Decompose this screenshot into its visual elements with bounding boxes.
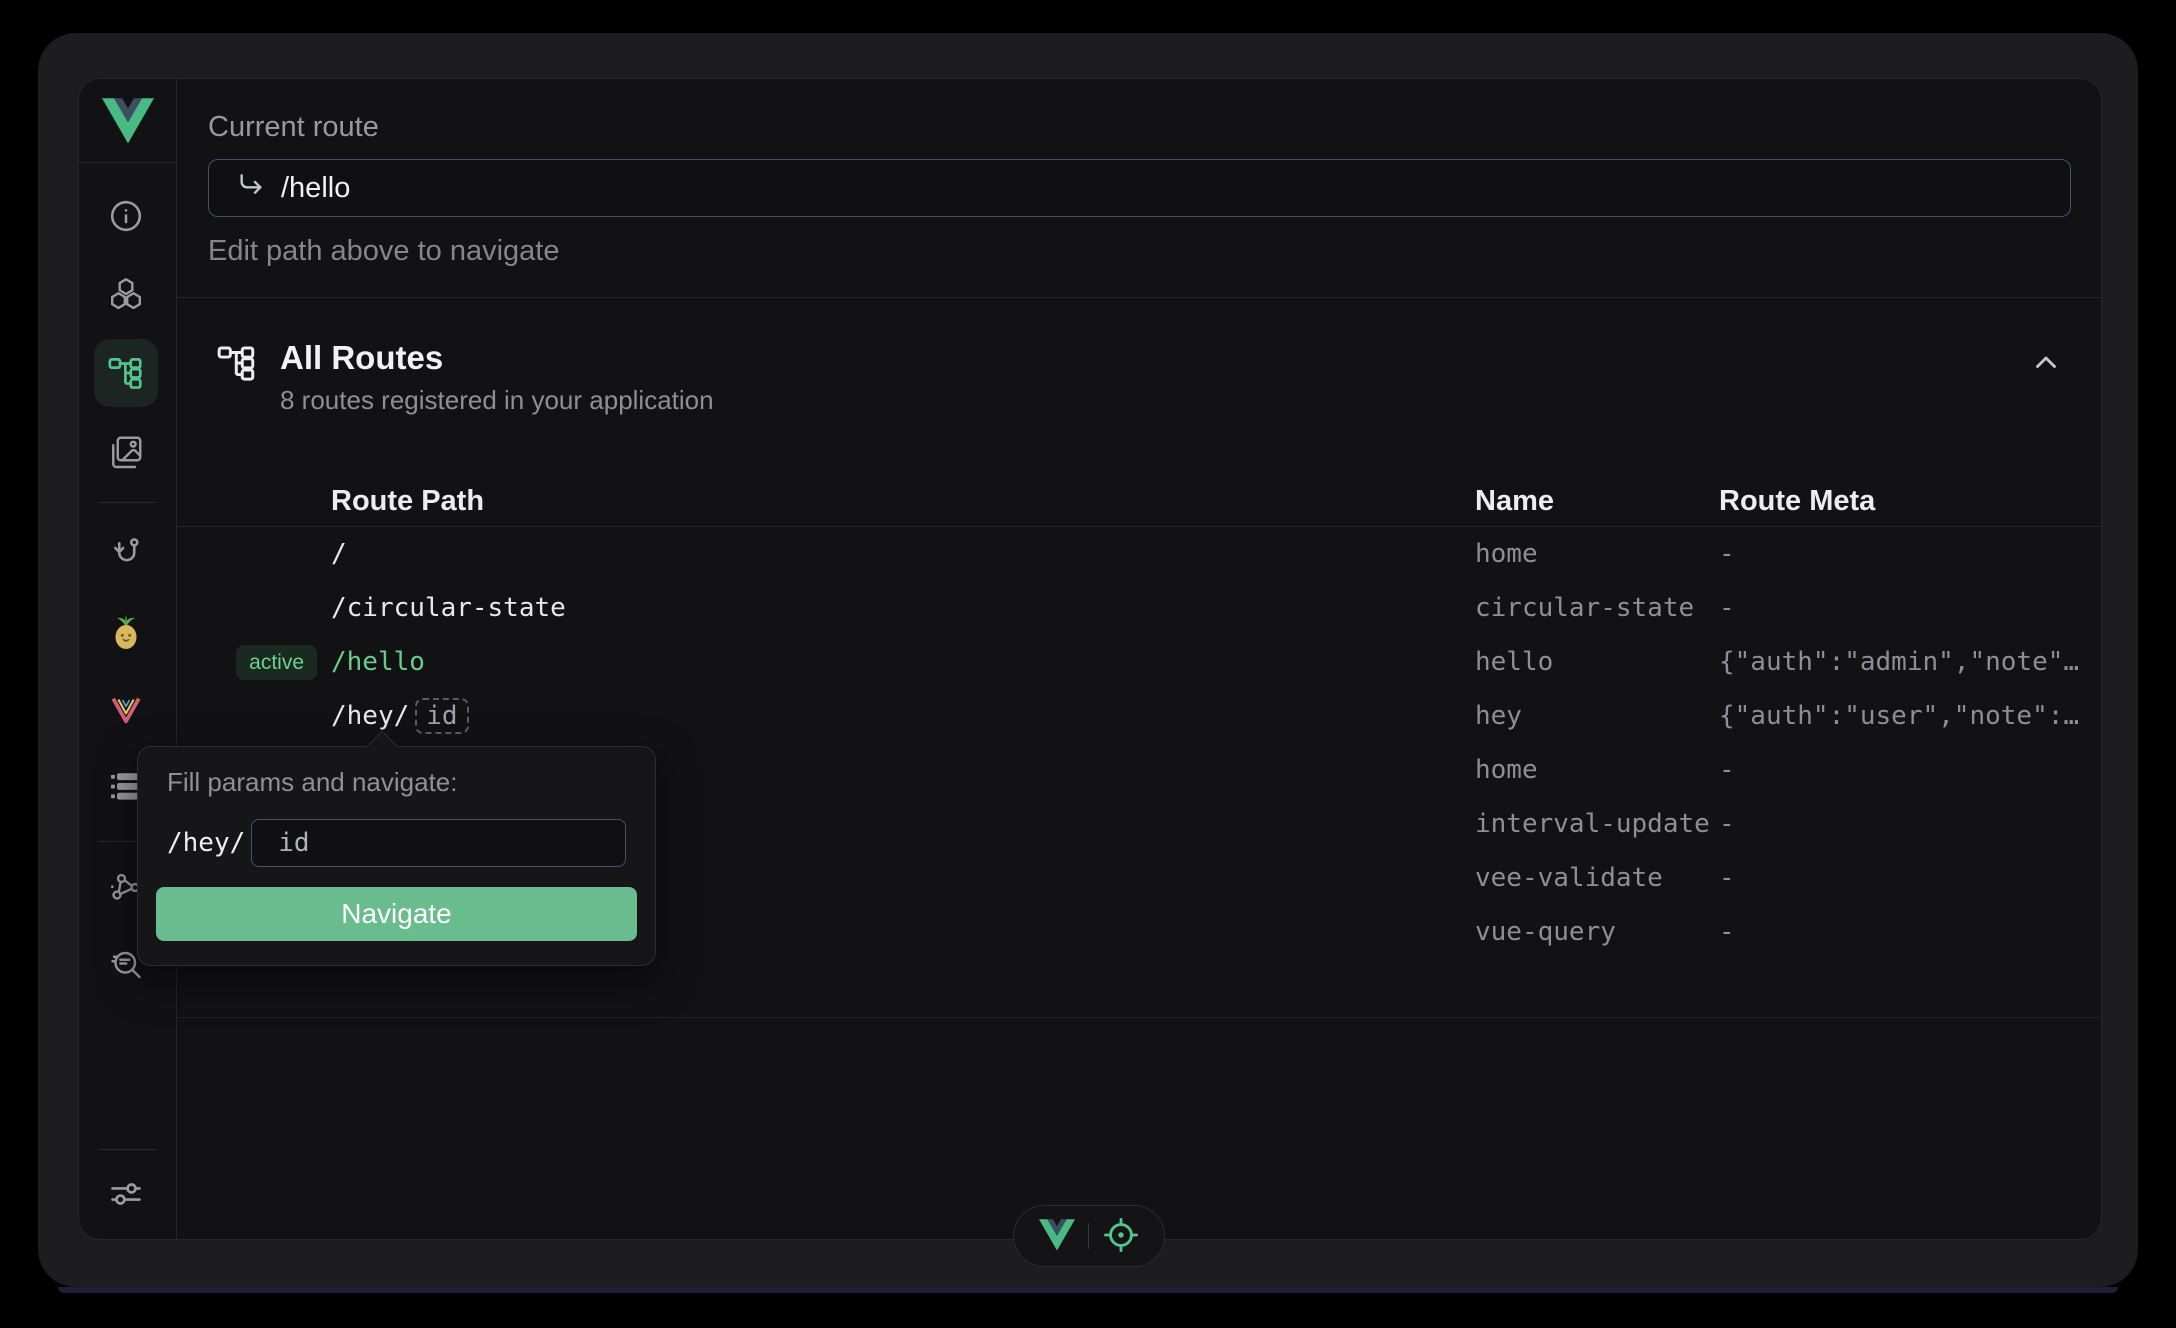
- all-routes-title: All Routes: [280, 338, 714, 378]
- vue-logo-icon: [102, 98, 154, 144]
- current-route-input[interactable]: /hello: [208, 159, 2071, 217]
- inspect-target-icon: [1102, 1216, 1140, 1257]
- sidebar-divider: [98, 1149, 156, 1150]
- param-input-value: id: [278, 828, 309, 858]
- sidebar-item-settings[interactable]: [107, 1175, 145, 1213]
- router-icon: [107, 354, 145, 392]
- vue-devtools-logo[interactable]: [79, 79, 177, 163]
- sidebar-item-router[interactable]: [107, 354, 145, 392]
- popup-path-prefix: /hey/: [167, 828, 245, 858]
- col-name: Name: [1475, 485, 1719, 518]
- param-input[interactable]: id: [251, 819, 626, 867]
- route-path-prefix: /hey/: [331, 701, 409, 731]
- toggle-devtools-button[interactable]: [1039, 1219, 1075, 1254]
- table-bottom-divider: [177, 1017, 2103, 1018]
- route-hint: Edit path above to navigate: [208, 233, 2071, 269]
- vee-validate-icon: [109, 693, 143, 727]
- route-param-chip[interactable]: id: [415, 698, 468, 734]
- timeline-icon: [108, 534, 144, 570]
- devtools-floating-toolbar: [1013, 1205, 1165, 1267]
- devtools-panel: Current route /hello Edit path above to …: [78, 78, 2102, 1240]
- components-icon: [108, 276, 144, 312]
- router-panel: Current route /hello Edit path above to …: [177, 79, 2103, 1239]
- route-row[interactable]: / home -: [177, 527, 2103, 581]
- col-route-path: Route Path: [331, 485, 1475, 518]
- corner-down-right-icon: [235, 170, 267, 207]
- routes-tree-icon: [216, 342, 258, 389]
- assets-icon: [108, 434, 144, 470]
- fill-params-popup: Fill params and navigate: /hey/ id Navig…: [137, 746, 656, 966]
- all-routes-subtitle: 8 routes registered in your application: [280, 385, 714, 416]
- current-route-label: Current route: [208, 109, 2071, 145]
- sidebar-item-overview[interactable]: [108, 198, 144, 234]
- pinia-icon: [106, 612, 146, 652]
- sidebar-item-assets[interactable]: [108, 434, 144, 470]
- inspect-element-button[interactable]: [1102, 1216, 1140, 1257]
- route-row[interactable]: /circular-state circular-state -: [177, 581, 2103, 635]
- sidebar-divider: [98, 502, 156, 503]
- all-routes-titles: All Routes 8 routes registered in your a…: [280, 338, 714, 416]
- all-routes-header: All Routes 8 routes registered in your a…: [177, 298, 2103, 416]
- devtools-window: Current route /hello Edit path above to …: [38, 33, 2138, 1287]
- collapse-section-button[interactable]: [2029, 346, 2063, 383]
- popup-param-row: /hey/ id: [167, 819, 638, 867]
- sidebar-item-timeline[interactable]: [108, 534, 144, 570]
- routes-table-header: Route Path Name Route Meta: [177, 476, 2103, 526]
- vue-logo-icon: [1039, 1219, 1075, 1254]
- route-row-active[interactable]: active /hello hello {"auth":"admin","not…: [177, 635, 2103, 689]
- sidebar-item-vee-validate[interactable]: [109, 693, 143, 727]
- info-icon: [108, 198, 144, 234]
- col-route-meta: Route Meta: [1719, 485, 2103, 518]
- current-route-value: /hello: [281, 172, 350, 205]
- popup-label: Fill params and navigate:: [167, 767, 638, 797]
- current-route-section: Current route /hello Edit path above to …: [177, 79, 2103, 269]
- pill-divider: [1088, 1223, 1089, 1249]
- route-row-with-param[interactable]: /hey/ id hey {"auth":"user","note":…: [177, 689, 2103, 743]
- settings-icon: [107, 1175, 145, 1213]
- screen: Current route /hello Edit path above to …: [0, 0, 2176, 1328]
- active-badge: active: [236, 645, 317, 680]
- navigate-button[interactable]: Navigate: [156, 887, 637, 941]
- chevron-up-icon: [2029, 368, 2063, 383]
- sidebar-item-pinia[interactable]: [106, 612, 146, 652]
- sidebar: [79, 79, 177, 1239]
- sidebar-item-components[interactable]: [108, 276, 144, 312]
- screen-edge-strip: [58, 1287, 2118, 1293]
